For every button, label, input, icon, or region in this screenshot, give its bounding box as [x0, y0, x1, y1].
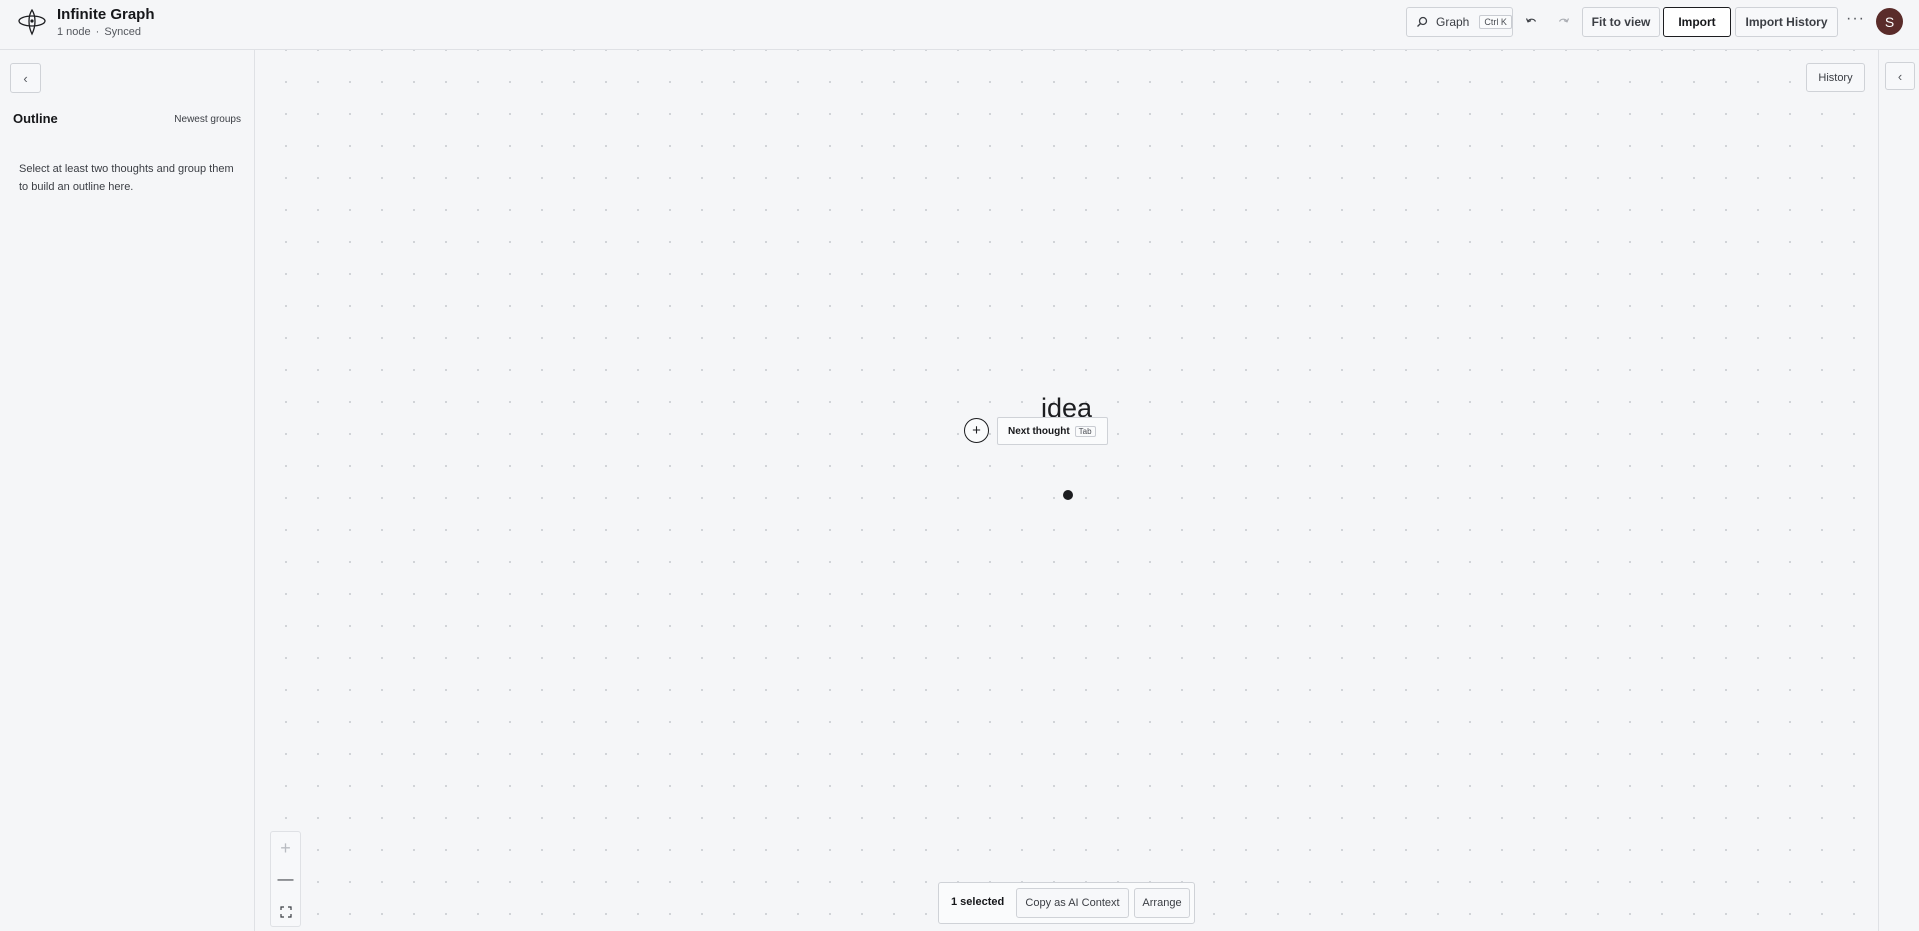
selection-count: 1 selected — [951, 896, 1005, 908]
search-shortcut: Ctrl K — [1479, 15, 1512, 29]
zoom-out-icon: — — [277, 871, 294, 888]
app-title: Infinite Graph — [57, 6, 155, 23]
plus-icon: + — [972, 422, 981, 439]
fullscreen-button[interactable] — [271, 896, 300, 928]
outline-title: Outline — [13, 111, 58, 126]
fit-to-view-button[interactable]: Fit to view — [1582, 7, 1660, 37]
status-separator: · — [95, 26, 100, 38]
outline-empty-message: Select at least two thoughts and group t… — [19, 163, 234, 193]
outline-sidebar: ‹ Outline Newest groups Select at least … — [0, 50, 255, 931]
redo-button[interactable] — [1554, 12, 1574, 32]
import-history-button[interactable]: Import History — [1735, 7, 1838, 37]
search-label: Graph — [1436, 15, 1470, 29]
chevron-left-icon: ‹ — [23, 70, 28, 86]
top-bar: Infinite Graph 1 node · Synced Graph Ctrl … — [0, 0, 1919, 50]
search-icon — [1417, 16, 1428, 27]
undo-button[interactable] — [1521, 12, 1541, 32]
expand-right-panel-button[interactable]: ‹ — [1885, 62, 1915, 90]
more-options-button[interactable]: ··· — [1846, 10, 1865, 28]
collapse-sidebar-button[interactable]: ‹ — [10, 63, 41, 93]
zoom-in-button[interactable]: + — [271, 832, 300, 864]
sync-status: Synced — [104, 26, 142, 38]
next-thought-shortcut: Tab — [1074, 425, 1096, 437]
graph-node[interactable] — [1063, 490, 1073, 500]
chevron-left-icon: ‹ — [1897, 68, 1903, 84]
redo-icon — [1558, 18, 1570, 23]
zoom-in-icon: + — [280, 837, 291, 858]
history-button[interactable]: History — [1806, 63, 1865, 92]
zoom-controls: + — — [270, 831, 301, 927]
right-panel-rail: ‹ — [1878, 50, 1919, 931]
undo-icon — [1525, 18, 1537, 23]
copy-ai-context-button[interactable]: Copy as AI Context — [1016, 888, 1129, 918]
fullscreen-icon — [279, 906, 292, 918]
app-logo-icon — [18, 8, 46, 36]
search-button[interactable]: Graph Ctrl K — [1406, 7, 1513, 37]
add-node-button[interactable]: + — [964, 418, 989, 443]
node-count: 1 node — [57, 26, 91, 38]
next-thought-button[interactable]: Next thought Tab — [997, 417, 1108, 445]
graph-canvas[interactable]: History idea + Next thought Tab + — 1 se… — [256, 50, 1878, 931]
import-button[interactable]: Import — [1663, 7, 1731, 37]
selection-toolbar: 1 selected Copy as AI Context Arrange — [938, 882, 1195, 924]
outline-sort-toggle[interactable]: Newest groups — [174, 114, 241, 125]
zoom-out-button[interactable]: — — [271, 864, 300, 896]
arrange-button[interactable]: Arrange — [1134, 888, 1190, 918]
graph-status: 1 node · Synced — [57, 26, 141, 38]
avatar[interactable]: S — [1876, 8, 1903, 35]
next-thought-label: Next thought — [1008, 425, 1070, 437]
